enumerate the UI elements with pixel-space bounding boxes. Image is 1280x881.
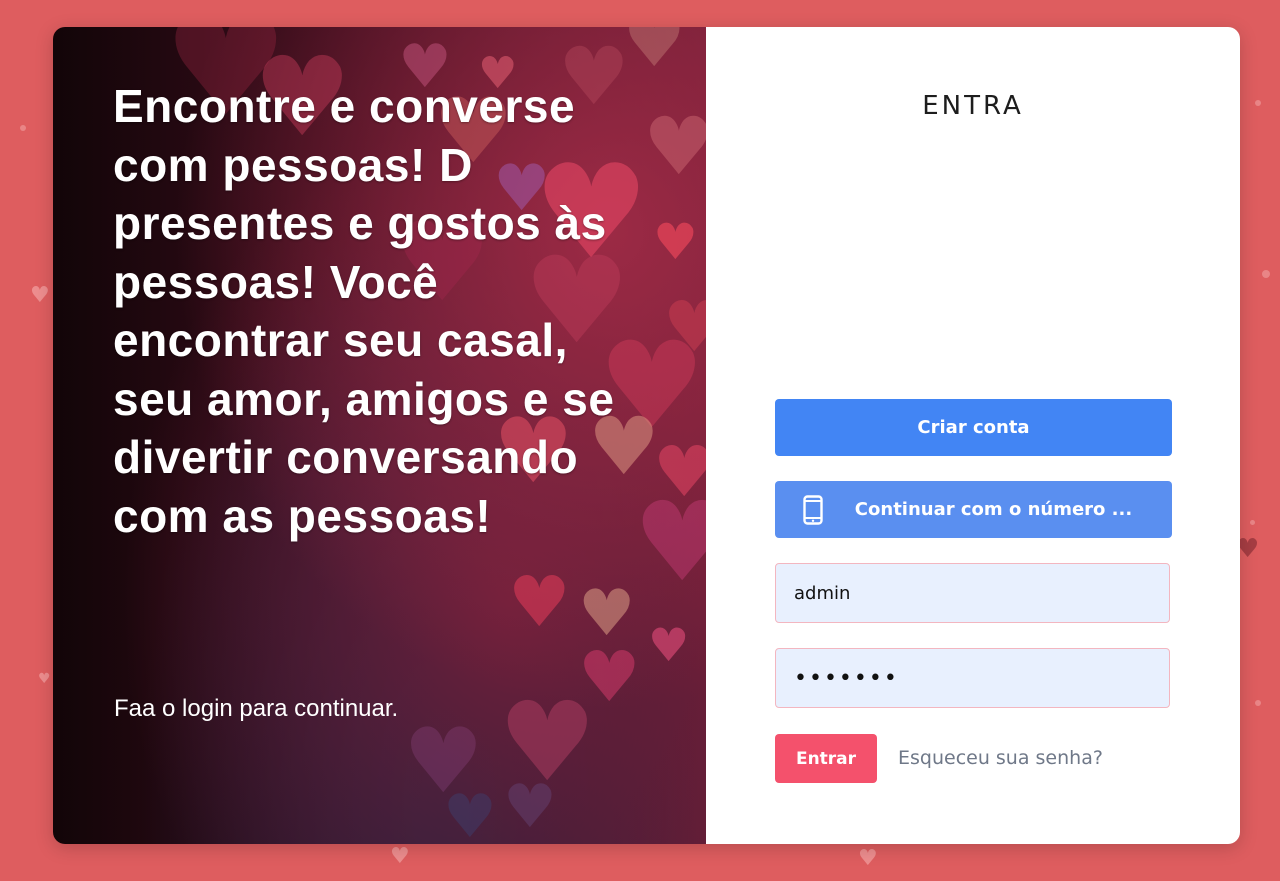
background-dot [1250, 520, 1255, 525]
background-dot [20, 125, 26, 131]
phone-login-button[interactable]: Continuar com o número ... [775, 481, 1172, 538]
background-dot [1255, 100, 1261, 106]
heart-icon: ♥ [508, 561, 571, 643]
login-card: ♥ ♥ ♥ ♥ ♥ ♥ ♥ ♥ ♥ ♥ ♥ ♥ ♥ ♥ ♥ ♥ ♥ ♥ ♥ ♥ … [53, 27, 1240, 844]
background-dot [1262, 270, 1270, 278]
heart-icon: ♥ [648, 618, 690, 672]
heart-icon: ♥ [503, 772, 557, 842]
password-input[interactable] [775, 648, 1170, 708]
phone-login-label: Continuar com o número ... [854, 499, 1133, 520]
heart-icon: ♥ [38, 671, 51, 687]
forgot-password-link[interactable]: Esqueceu sua senha? [898, 747, 1103, 769]
background-dot [1255, 700, 1261, 706]
smartphone-icon [803, 495, 823, 525]
hero-subtext: Faa o login para continuar. [114, 695, 399, 722]
hero-headline: Encontre e converse com pessoas! D prese… [113, 80, 615, 542]
create-account-label: Criar conta [917, 417, 1030, 438]
username-input[interactable] [775, 563, 1170, 623]
hero-panel: ♥ ♥ ♥ ♥ ♥ ♥ ♥ ♥ ♥ ♥ ♥ ♥ ♥ ♥ ♥ ♥ ♥ ♥ ♥ ♥ … [53, 27, 706, 844]
heart-icon: ♥ [443, 782, 497, 844]
login-panel: ENTRA Criar conta Continuar com o número… [706, 27, 1240, 844]
create-account-button[interactable]: Criar conta [775, 399, 1172, 456]
heart-icon: ♥ [390, 844, 410, 869]
heart-icon: ♥ [30, 283, 50, 308]
login-button-label: Entrar [795, 748, 857, 769]
login-button[interactable]: Entrar [775, 734, 877, 783]
heart-icon: ♥ [623, 27, 686, 83]
heart-icon: ♥ [858, 846, 878, 871]
login-title: ENTRA [922, 91, 1024, 121]
heart-icon: ♥ [653, 213, 698, 271]
